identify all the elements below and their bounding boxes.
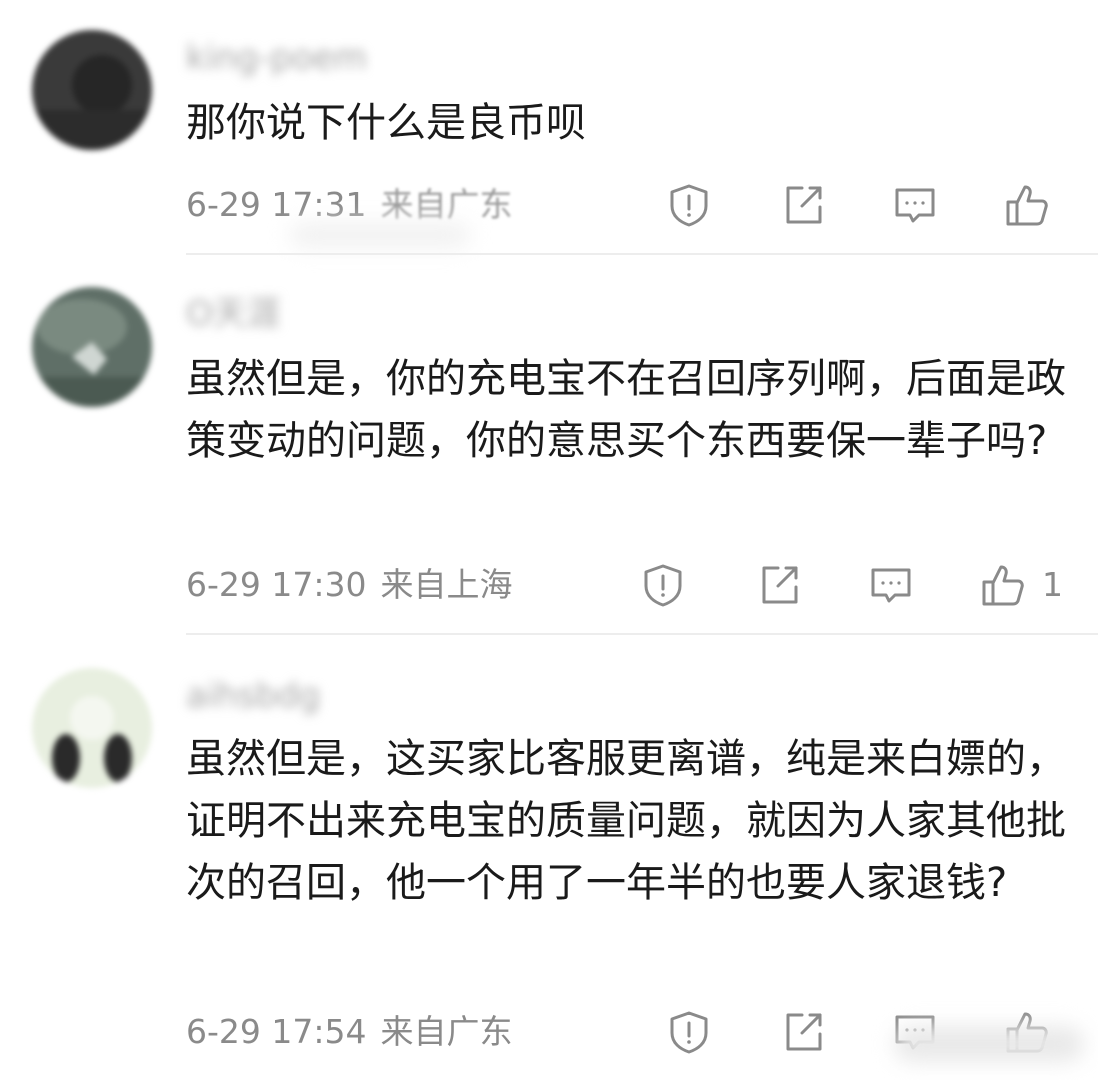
divider — [186, 253, 1098, 255]
blur-smudge — [290, 222, 470, 248]
avatar[interactable] — [32, 668, 152, 788]
comment-text: 虽然但是，这买家比客服更离谱，纯是来白嫖的，证明不出来充电宝的质量问题，就因为人… — [186, 736, 1066, 906]
share-icon[interactable] — [780, 1009, 826, 1055]
like-count: 1 — [1042, 565, 1063, 604]
report-icon[interactable] — [666, 182, 712, 228]
watermark-smudge — [894, 1026, 1084, 1062]
username[interactable]: O天涯 — [186, 294, 281, 334]
comment-text: 虽然但是，你的充电宝不在召回序列啊，后面是政策变动的问题，你的意思买个东西要保一… — [186, 356, 1066, 464]
comment-actions — [0, 182, 1098, 232]
report-icon[interactable] — [666, 1009, 712, 1055]
username[interactable]: aihsbdg — [186, 676, 320, 716]
username[interactable]: king-poem — [186, 38, 367, 78]
reply-icon[interactable] — [892, 182, 938, 228]
reply-icon[interactable] — [868, 562, 914, 608]
like-icon[interactable] — [1004, 182, 1050, 228]
report-icon[interactable] — [640, 562, 686, 608]
share-icon[interactable] — [780, 182, 826, 228]
comment-actions: 1 — [0, 562, 1098, 612]
share-icon[interactable] — [756, 562, 802, 608]
comment-text: 那你说下什么是良币呗 — [186, 100, 586, 146]
avatar[interactable] — [32, 30, 152, 150]
avatar[interactable] — [32, 287, 152, 407]
like-icon[interactable] — [980, 562, 1026, 608]
divider — [186, 633, 1098, 635]
